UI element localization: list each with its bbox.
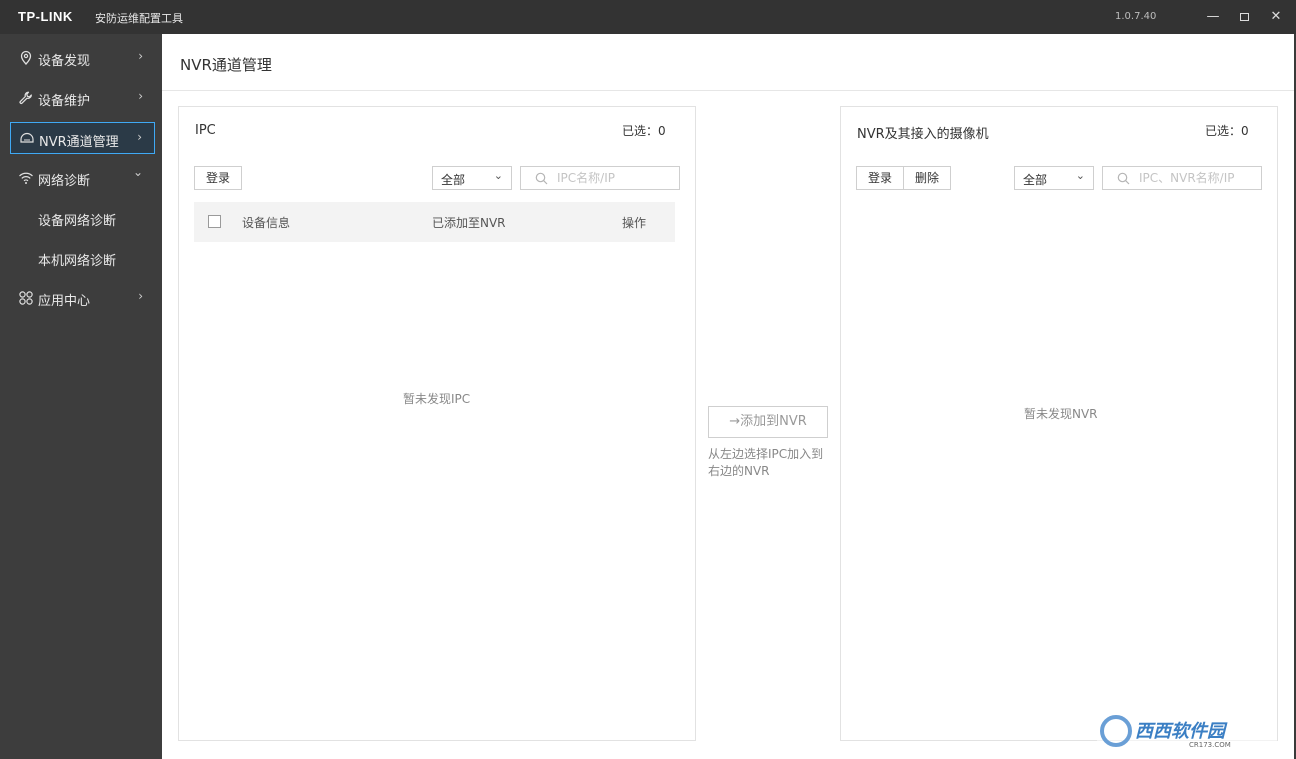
sidebar-item-network-diagnosis[interactable]: 网络诊断 ⌄ <box>10 162 155 194</box>
sidebar-subitem-device-network-diagnosis[interactable]: 设备网络诊断 <box>38 210 116 229</box>
minimize-button[interactable]: — <box>1205 8 1221 26</box>
svg-text:西西软件园: 西西软件园 <box>1135 721 1228 742</box>
add-hint-text: 从左边选择IPC加入到右边的NVR <box>708 447 824 478</box>
sidebar-item-device-maintenance[interactable]: 设备维护 › <box>10 82 155 114</box>
sidebar-item-device-discovery[interactable]: 设备发现 › <box>10 42 155 74</box>
chevron-right-icon: › <box>138 89 143 103</box>
search-icon <box>1117 172 1130 185</box>
ipc-filter-select[interactable]: 全部 ⌄ <box>432 166 512 190</box>
site-watermark-logo: 西西软件园 CR173.COM <box>1097 712 1277 750</box>
version-label: 1.0.7.40 <box>1115 11 1157 22</box>
main-content: NVR通道管理 IPC 已选：0 登录 全部 ⌄ 设备信息 已添加至NVR 操作… <box>162 34 1294 759</box>
wifi-icon <box>19 172 33 184</box>
nvr-empty-state: 暂未发现NVR <box>1024 407 1098 421</box>
nvr-panel: NVR及其接入的摄像机 已选：0 登录 删除 全部 ⌄ 暂未发现NVR <box>840 106 1278 741</box>
location-pin-icon <box>20 50 32 65</box>
ipc-empty-state: 暂未发现IPC <box>403 392 471 406</box>
title-bar: TP-LINK 安防运维配置工具 1.0.7.40 — ✕ <box>0 0 1296 34</box>
ipc-panel: IPC 已选：0 登录 全部 ⌄ 设备信息 已添加至NVR 操作 暂未发现IPC <box>178 106 696 741</box>
chevron-right-icon: › <box>138 49 143 63</box>
ipc-filter-value: 全部 <box>441 173 466 187</box>
chevron-down-icon: ⌄ <box>493 169 503 182</box>
divider <box>162 90 1294 91</box>
ipc-selected-count: 已选：0 <box>622 124 666 138</box>
ipc-panel-title: IPC <box>195 123 216 138</box>
sidebar-item-label: 应用中心 <box>38 294 91 309</box>
sidebar-item-label: 设备维护 <box>38 94 91 109</box>
sidebar-item-label: NVR通道管理 <box>39 135 119 150</box>
nvr-login-button[interactable]: 登录 <box>856 166 904 190</box>
apps-icon <box>19 291 33 305</box>
sidebar-item-label: 设备发现 <box>38 54 91 69</box>
chevron-down-icon: ⌄ <box>1075 169 1085 182</box>
column-header-device-info: 设备信息 <box>242 216 291 230</box>
column-header-added-to-nvr: 已添加至NVR <box>432 216 506 230</box>
nvr-panel-title: NVR及其接入的摄像机 <box>857 127 989 142</box>
nvr-selected-count: 已选：0 <box>1205 124 1249 138</box>
nvr-search-input[interactable] <box>1139 170 1259 186</box>
nvr-filter-value: 全部 <box>1023 173 1048 187</box>
maximize-button[interactable] <box>1236 8 1252 26</box>
sidebar: 设备发现 › 设备维护 › NVR通道管理 › 网络诊断 ⌄ 设备网络诊断 本机… <box>0 34 162 759</box>
sidebar-item-nvr-channel-management[interactable]: NVR通道管理 › <box>10 122 155 154</box>
svg-text:CR173.COM: CR173.COM <box>1189 741 1231 749</box>
nvr-device-icon <box>20 132 34 143</box>
nvr-search-box[interactable] <box>1102 166 1262 190</box>
nvr-delete-button[interactable]: 删除 <box>903 166 951 190</box>
ipc-search-input[interactable] <box>557 170 677 186</box>
close-button[interactable]: ✕ <box>1268 8 1284 26</box>
maximize-icon <box>1239 13 1249 21</box>
column-header-actions: 操作 <box>622 216 647 230</box>
add-to-nvr-button[interactable]: →添加到NVR <box>708 406 828 438</box>
chevron-right-icon: › <box>138 289 143 303</box>
ipc-search-box[interactable] <box>520 166 680 190</box>
chevron-right-icon: › <box>137 130 142 144</box>
sidebar-item-app-center[interactable]: 应用中心 › <box>10 282 155 314</box>
sidebar-item-label: 网络诊断 <box>38 174 91 189</box>
app-title: 安防运维配置工具 <box>95 12 183 25</box>
ipc-login-button[interactable]: 登录 <box>194 166 242 190</box>
wrench-icon <box>19 91 32 105</box>
ipc-table-header: 设备信息 已添加至NVR 操作 <box>194 202 675 242</box>
chevron-down-icon: ⌄ <box>132 165 143 179</box>
select-all-checkbox[interactable] <box>208 215 221 228</box>
search-icon <box>535 172 548 185</box>
sidebar-subitem-local-network-diagnosis[interactable]: 本机网络诊断 <box>38 250 116 269</box>
page-title: NVR通道管理 <box>180 56 272 74</box>
tp-link-logo: TP-LINK <box>18 9 73 24</box>
nvr-filter-select[interactable]: 全部 ⌄ <box>1014 166 1094 190</box>
